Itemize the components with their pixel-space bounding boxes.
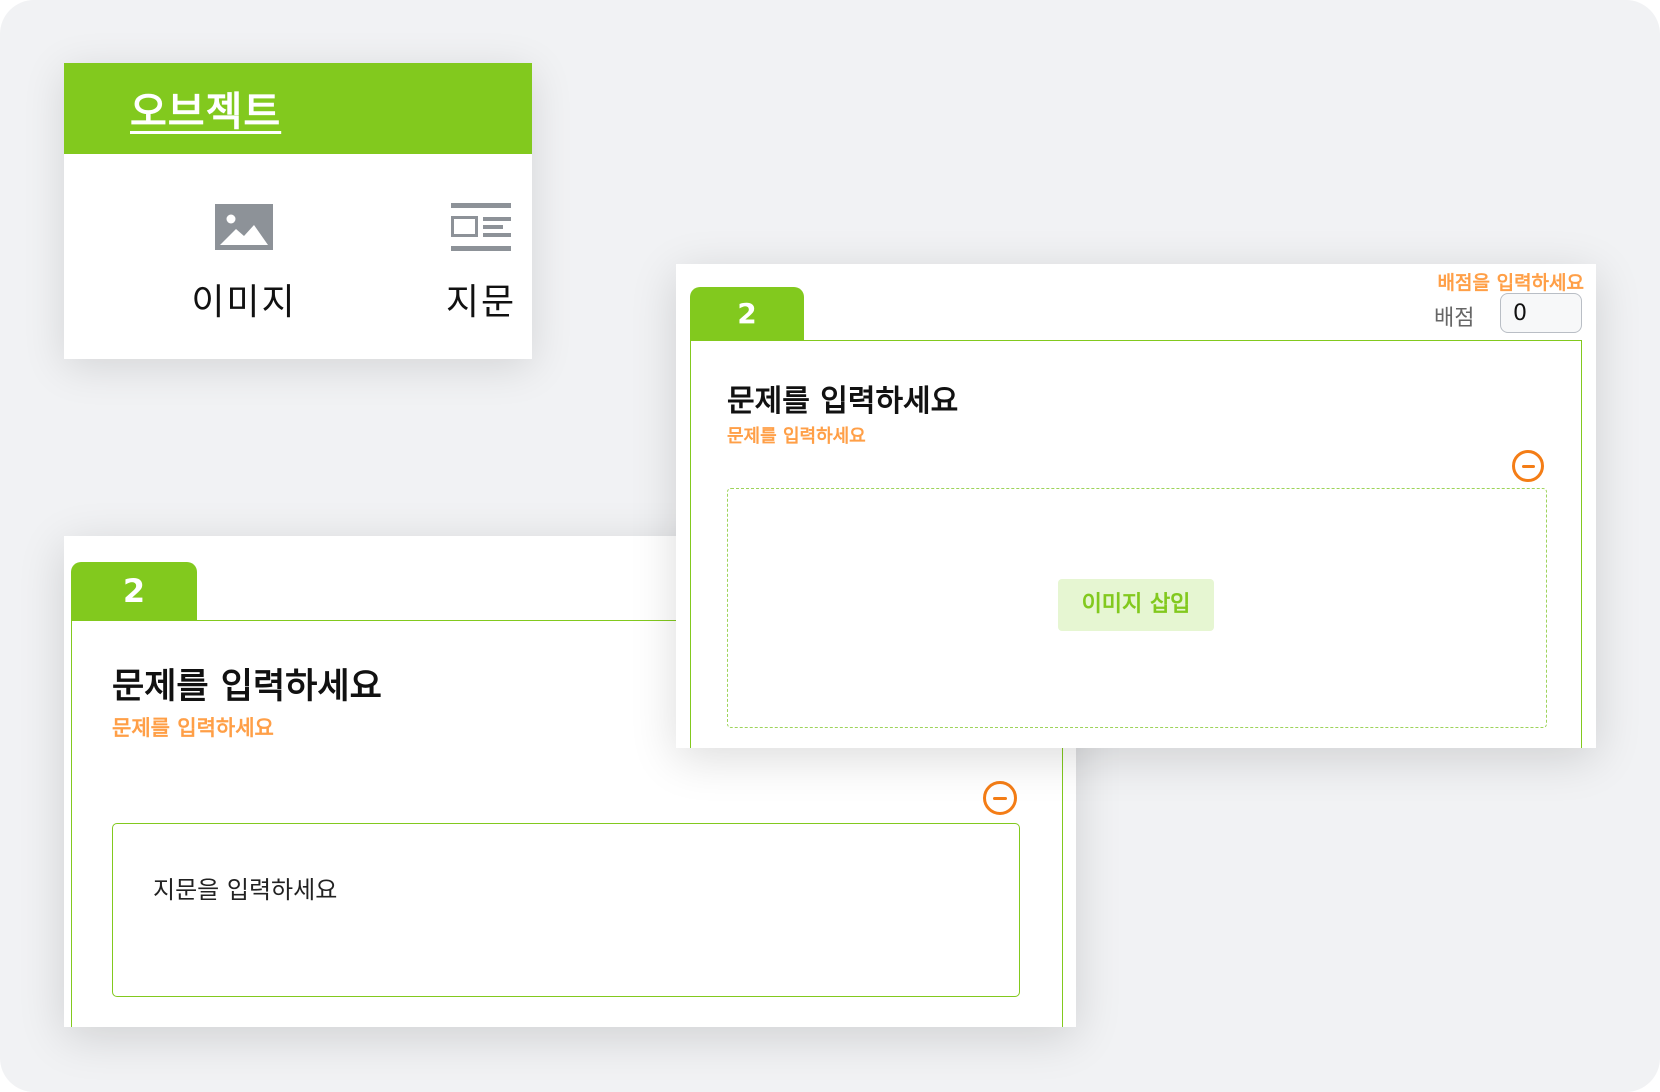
question-title[interactable]: 문제를 입력하세요: [112, 658, 382, 709]
object-image-button[interactable]: 이미지: [184, 203, 304, 325]
object-image-label: 이미지: [191, 282, 297, 323]
question-title[interactable]: 문제를 입력하세요: [727, 376, 958, 420]
insert-image-button[interactable]: 이미지 삽입: [1058, 579, 1214, 631]
remove-image-button[interactable]: [1512, 450, 1544, 482]
question-hint: 문제를 입력하세요: [727, 426, 866, 447]
question-number-tab[interactable]: 2: [71, 562, 197, 620]
question-hint: 문제를 입력하세요: [112, 716, 274, 740]
passage-icon: [421, 203, 541, 255]
objects-panel-title: 오브젝트: [130, 89, 282, 135]
question-card-image: 배점을 입력하세요 배점 2 문제를 입력하세요 문제를 입력하세요 이미지 삽…: [676, 264, 1596, 748]
remove-passage-button[interactable]: [983, 781, 1017, 815]
score-label: 배점: [1434, 306, 1475, 331]
score-hint: 배점을 입력하세요: [1437, 272, 1584, 294]
passage-placeholder: 지문을 입력하세요: [153, 876, 338, 904]
question-number-tab[interactable]: 2: [690, 287, 804, 341]
image-drop-area[interactable]: 이미지 삽입: [727, 488, 1547, 728]
image-icon: [184, 203, 304, 255]
passage-input[interactable]: 지문을 입력하세요: [112, 823, 1020, 997]
object-passage-label: 지문: [445, 282, 517, 323]
objects-panel-header: 오브젝트: [64, 63, 532, 154]
objects-panel: 오브젝트 이미지 지문: [64, 63, 532, 359]
score-input[interactable]: [1500, 293, 1582, 333]
canvas: 오브젝트 이미지 지문 2 문제를 입력하세요 문제를 입력하세요 지문을 입력…: [0, 0, 1660, 1092]
object-passage-button[interactable]: 지문: [421, 203, 541, 325]
